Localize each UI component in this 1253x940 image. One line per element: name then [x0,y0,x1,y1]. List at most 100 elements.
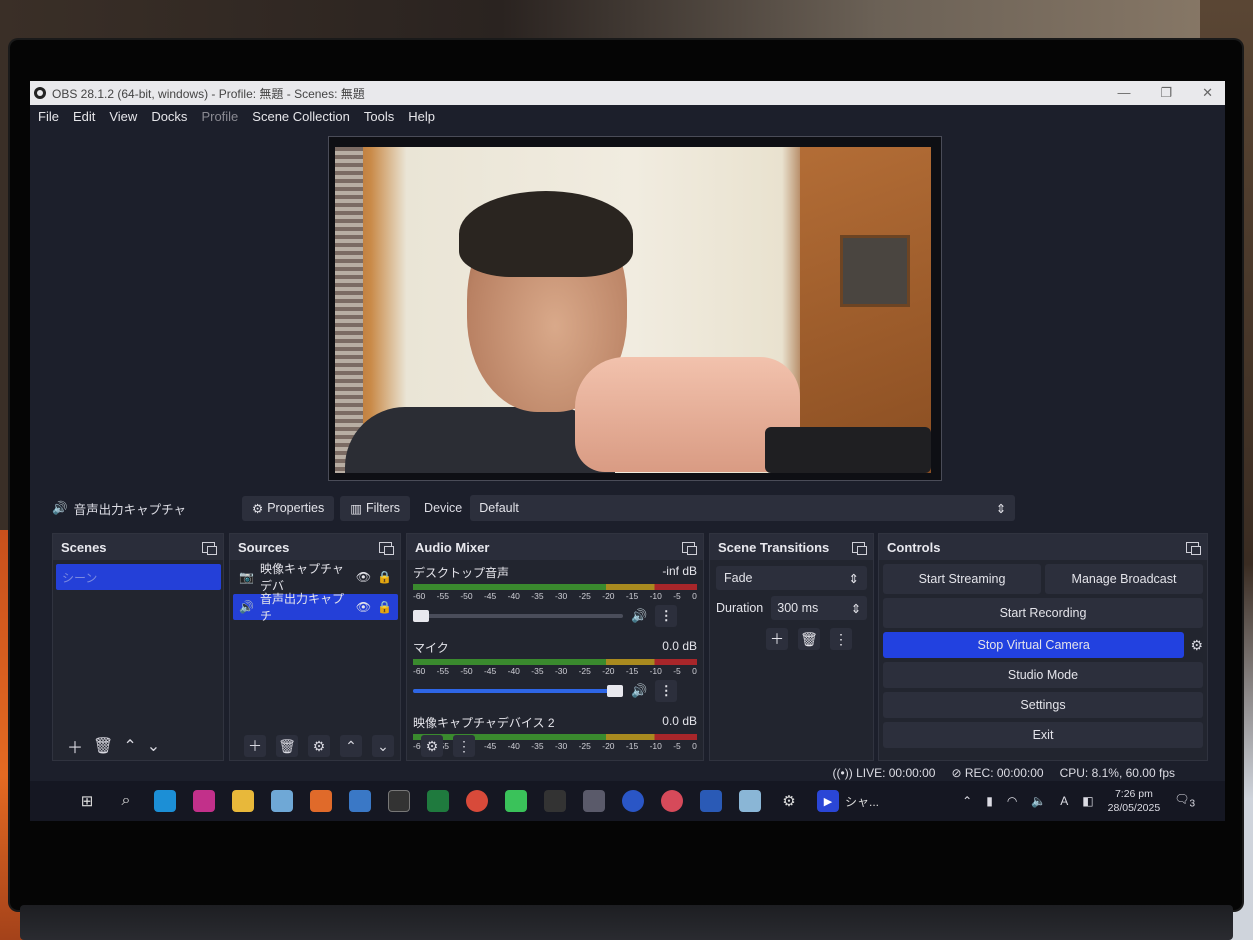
scene-item[interactable]: シーン [56,564,221,590]
restore-button[interactable]: ❐ [1160,85,1172,101]
meter-scale: -60-55-50-45-40-35-30-25-20-15-10-50 [413,591,697,601]
obs-logo-icon [34,87,46,99]
app-tray-icon[interactable]: ◧ [1082,794,1093,808]
word-icon[interactable] [700,790,722,812]
lock-icon[interactable]: 🔒 [377,570,392,584]
settings-button[interactable]: Settings [883,692,1203,718]
start-streaming-button[interactable]: Start Streaming [883,564,1041,594]
channel-db: 0.0 dB [662,714,697,728]
studio-mode-button[interactable]: Studio Mode [883,662,1203,688]
app-icon[interactable] [739,790,761,812]
move-down-button[interactable]: ⌄ [147,736,160,756]
live-status: ((•)) LIVE: 00:00:00 [832,766,936,780]
source-toolbar: 🔊 音声出力キャプチャ ⚙ Properties ▥ Filters Device … [52,493,1212,523]
obs-icon[interactable] [388,790,410,812]
scene-label: シーン [62,570,98,585]
more-options-icon[interactable]: ⋮ [655,605,678,627]
manage-broadcast-button[interactable]: Manage Broadcast [1045,564,1203,594]
undock-icon[interactable] [202,541,217,555]
notification-icon[interactable]: 🗨3 [1174,792,1195,809]
speaker-icon[interactable]: 🔊 [631,683,647,699]
record-icon: ⊘ [951,766,965,780]
excel-icon[interactable] [427,790,449,812]
running-app[interactable]: ▶ シャ... [817,790,879,812]
volume-slider[interactable] [413,610,623,622]
virtual-camera-button[interactable]: Stop Virtual Camera [883,632,1185,658]
lock-icon[interactable]: 🔒 [377,600,392,614]
undock-icon[interactable] [1186,541,1201,555]
preview-canvas[interactable] [328,136,942,481]
speaker-icon[interactable]: 🔊 [631,608,647,624]
volume-icon[interactable]: 🔈 [1031,794,1046,808]
menu-profile[interactable]: Profile [201,109,238,124]
more-options-icon[interactable]: ⋮ [453,735,475,757]
device-select[interactable]: Default ⇕ [470,495,1016,521]
spinner-icon[interactable]: ⇕ [851,601,861,616]
scenes-dock: Scenes シーン ＋ 🗑 ⌃ ⌄ [52,533,224,761]
folder-icon[interactable] [232,790,254,812]
eye-icon[interactable]: 👁 [356,570,371,584]
menu-tools[interactable]: Tools [364,109,394,124]
minimize-button[interactable]: — [1117,85,1130,101]
close-button[interactable]: ✕ [1202,85,1213,101]
filters-button[interactable]: ▥ Filters [340,495,411,521]
move-up-button[interactable]: ⌃ [123,736,136,756]
firefox-icon[interactable] [310,790,332,812]
menu-edit[interactable]: Edit [73,109,95,124]
start-recording-button[interactable]: Start Recording [883,598,1203,628]
wifi-icon[interactable]: ◠ [1007,794,1017,808]
undock-icon[interactable] [379,541,394,555]
app-icon[interactable] [271,790,293,812]
chevron-up-icon[interactable]: ⌃ [962,794,972,808]
webcam-feed [335,147,931,473]
trash-icon[interactable]: 🗑 [276,735,298,757]
source-item-selected[interactable]: 🔊 音声出力キャプチ 👁 🔒 [233,592,398,623]
add-transition-button[interactable]: ＋ [766,628,788,650]
more-options-icon[interactable]: ⋮ [830,628,852,650]
ime-icon[interactable]: A [1060,794,1068,808]
chrome-icon[interactable] [466,790,488,812]
menu-view[interactable]: View [109,109,137,124]
controls-title: Controls [887,539,941,555]
menu-bar: File Edit View Docks Profile Scene Colle… [30,105,1225,127]
start-icon[interactable]: ⊞ [76,790,98,812]
add-scene-button[interactable]: ＋ [67,734,83,758]
line-icon[interactable] [505,790,527,812]
device-label: Device [424,501,463,515]
mic-icon[interactable]: ▮ [986,794,993,808]
app-icon[interactable] [583,790,605,812]
trash-icon[interactable]: 🗑 [93,736,113,756]
clock[interactable]: 7:26 pm 28/05/2025 [1108,787,1161,815]
trash-icon[interactable]: 🗑 [798,628,820,650]
exit-button[interactable]: Exit [883,722,1203,748]
move-down-button[interactable]: ⌄ [372,735,394,757]
menu-scene-collection[interactable]: Scene Collection [252,109,350,124]
menu-docks[interactable]: Docks [151,109,187,124]
calculator-icon[interactable] [349,790,371,812]
menu-file[interactable]: File [38,109,59,124]
source-item[interactable]: 📷 映像キャプチャデバ 👁 🔒 [233,562,398,593]
app-icon[interactable] [193,790,215,812]
app-icon[interactable] [622,790,644,812]
duration-input[interactable]: 300 ms ⇕ [771,596,868,620]
source-label: 音声出力キャプチ [259,592,344,623]
davinci-icon[interactable] [544,790,566,812]
gear-icon[interactable]: ⚙ [308,735,330,757]
transition-select[interactable]: Fade ⇕ [716,566,867,590]
gear-icon[interactable]: ⚙ [778,790,800,812]
undock-icon[interactable] [852,541,867,555]
edge-icon[interactable] [154,790,176,812]
add-source-button[interactable]: ＋ [244,735,266,757]
menu-help[interactable]: Help [408,109,435,124]
properties-button[interactable]: ⚙ Properties [242,495,335,521]
eye-icon[interactable]: 👁 [356,600,371,614]
undock-icon[interactable] [682,541,697,555]
filter-icon: ▥ [350,501,363,516]
app-icon[interactable] [661,790,683,812]
gear-icon[interactable]: ⚙ [421,735,443,757]
more-options-icon[interactable]: ⋮ [655,680,678,702]
search-icon[interactable]: ⌕ [115,790,137,812]
volume-slider[interactable] [413,685,623,697]
gear-icon[interactable]: ⚙ [1190,637,1203,654]
move-up-button[interactable]: ⌃ [340,735,362,757]
